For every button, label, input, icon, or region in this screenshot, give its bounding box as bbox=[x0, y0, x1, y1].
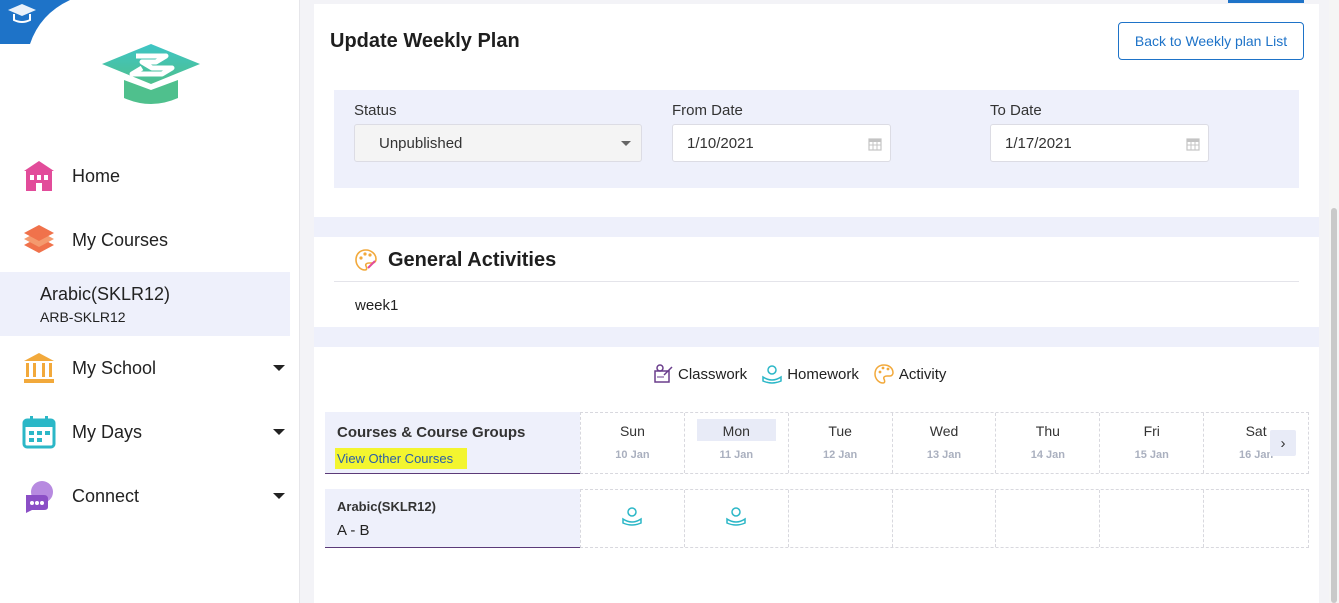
day-name: Thu bbox=[1035, 423, 1060, 439]
to-date-label: To Date bbox=[990, 102, 1042, 119]
day-name: Sun bbox=[619, 423, 645, 439]
plan-cell-tue[interactable] bbox=[789, 490, 893, 547]
active-course-item[interactable]: Arabic(SKLR12) ARB-SKLR12 bbox=[0, 272, 290, 336]
homework-icon[interactable] bbox=[725, 505, 747, 527]
vertical-scrollbar[interactable] bbox=[1329, 0, 1339, 603]
status-value: Unpublished bbox=[379, 134, 463, 152]
general-activities-panel: General Activities week1 bbox=[334, 237, 1299, 327]
page-title: Update Weekly Plan bbox=[330, 30, 520, 52]
courses-header-cell: Courses & Course Groups View Other Cours… bbox=[325, 412, 580, 474]
day-name: Mon bbox=[696, 419, 776, 441]
school-building-icon bbox=[22, 159, 56, 193]
nav-connect[interactable]: Connect bbox=[0, 470, 300, 522]
nav-my-courses[interactable]: My Courses bbox=[0, 214, 300, 266]
status-label: Status bbox=[354, 102, 397, 119]
nav-home[interactable]: Home bbox=[0, 150, 300, 202]
status-select[interactable]: Unpublished bbox=[354, 124, 642, 162]
chevron-down-icon[interactable] bbox=[273, 493, 285, 499]
calendar-icon[interactable] bbox=[1186, 137, 1200, 151]
classwork-icon bbox=[654, 364, 673, 383]
plan-cell-mon[interactable] bbox=[685, 490, 789, 547]
section-divider bbox=[314, 217, 1319, 237]
scrollbar-thumb[interactable] bbox=[1331, 208, 1337, 603]
courses-header-title: Courses & Course Groups bbox=[337, 424, 526, 441]
logo bbox=[102, 44, 200, 104]
day-header-tue[interactable]: Tue 12 Jan bbox=[789, 413, 893, 473]
from-date-value: 1/10/2021 bbox=[687, 134, 754, 152]
palette-icon bbox=[355, 249, 377, 271]
from-date-label: From Date bbox=[672, 102, 743, 119]
next-week-button[interactable]: › bbox=[1270, 430, 1296, 456]
divider bbox=[334, 281, 1299, 282]
nav-my-courses-label: My Courses bbox=[72, 229, 169, 250]
day-date: 13 Jan bbox=[926, 449, 962, 461]
course-row-title: Arabic(SKLR12) bbox=[337, 499, 436, 514]
legend-classwork-label: Classwork bbox=[678, 365, 748, 383]
chevron-right-icon: › bbox=[1280, 434, 1286, 452]
day-name: Tue bbox=[828, 423, 852, 439]
course-row-subtitle: A - B bbox=[337, 522, 370, 539]
legend-homework-label: Homework bbox=[787, 365, 859, 383]
nav-connect-label: Connect bbox=[72, 485, 140, 506]
nav-my-days[interactable]: My Days bbox=[0, 406, 300, 458]
homework-icon[interactable] bbox=[621, 505, 643, 527]
nav-my-school-label: My School bbox=[72, 357, 157, 378]
day-header-mon[interactable]: Mon 11 Jan bbox=[685, 413, 789, 473]
chat-bubbles-icon bbox=[22, 479, 56, 513]
chevron-down-icon[interactable] bbox=[273, 429, 285, 435]
plan-cell-sat[interactable] bbox=[1204, 490, 1308, 547]
top-accent-bar bbox=[1228, 0, 1304, 3]
day-date: 10 Jan bbox=[615, 449, 650, 461]
day-date: 11 Jan bbox=[719, 449, 754, 461]
general-activities-title: General Activities bbox=[388, 249, 557, 271]
legend-homework: Homework bbox=[761, 363, 859, 385]
day-date: 14 Jan bbox=[1030, 449, 1065, 461]
section-divider bbox=[314, 327, 1319, 347]
nav-my-days-label: My Days bbox=[72, 421, 143, 442]
sidebar: Home My Courses Arabic(SKLR12) ARB-SKLR1… bbox=[0, 0, 300, 603]
activity-legend: Classwork Homework Activity bbox=[652, 362, 960, 386]
weekly-plan-card: Update Weekly Plan Back to Weekly plan L… bbox=[314, 4, 1319, 603]
day-header-row: Sun 10 Jan Mon 11 Jan Tue 12 Jan Wed 13 … bbox=[580, 412, 1309, 474]
legend-classwork: Classwork bbox=[652, 363, 747, 385]
day-date: 15 Jan bbox=[1134, 449, 1169, 461]
course-row-label: Arabic(SKLR12) A - B bbox=[325, 489, 580, 548]
day-header-thu[interactable]: Thu 14 Jan bbox=[996, 413, 1101, 473]
view-other-courses-link[interactable]: View Other Courses bbox=[335, 448, 468, 469]
calendar-icon[interactable] bbox=[868, 137, 882, 151]
plan-cell-fri[interactable] bbox=[1100, 490, 1205, 547]
chevron-down-icon[interactable] bbox=[273, 365, 285, 371]
day-name: Fri bbox=[1143, 423, 1160, 439]
from-date-input[interactable]: 1/10/2021 bbox=[672, 124, 891, 162]
chevron-down-icon bbox=[621, 141, 631, 146]
plan-cell-sun[interactable] bbox=[581, 490, 685, 547]
nav-home-label: Home bbox=[72, 165, 121, 186]
back-to-list-button[interactable]: Back to Weekly plan List bbox=[1118, 22, 1304, 60]
day-header-fri[interactable]: Fri 15 Jan bbox=[1100, 413, 1205, 473]
day-header-sun[interactable]: Sun 10 Jan bbox=[581, 413, 685, 473]
calendar-icon bbox=[22, 415, 56, 449]
homework-icon bbox=[762, 365, 782, 384]
brand-corner-icon bbox=[0, 0, 70, 44]
book-stack-icon bbox=[22, 223, 56, 257]
plan-cell-wed[interactable] bbox=[893, 490, 997, 547]
course-day-row bbox=[580, 489, 1309, 548]
palette-icon bbox=[874, 364, 894, 384]
legend-activity: Activity bbox=[873, 363, 947, 385]
day-name: Wed bbox=[929, 423, 959, 439]
plan-cell-thu[interactable] bbox=[996, 490, 1101, 547]
active-course-title: Arabic(SKLR12) bbox=[40, 284, 171, 304]
active-course-code: ARB-SKLR12 bbox=[40, 309, 126, 325]
institution-icon bbox=[22, 351, 56, 385]
legend-activity-label: Activity bbox=[898, 365, 947, 383]
day-header-wed[interactable]: Wed 13 Jan bbox=[893, 413, 997, 473]
nav-my-school[interactable]: My School bbox=[0, 342, 300, 394]
filter-panel: Status Unpublished From Date 1/10/2021 T… bbox=[334, 90, 1299, 188]
general-activities-text: week1 bbox=[355, 297, 399, 314]
day-date: 12 Jan bbox=[823, 449, 858, 461]
to-date-input[interactable]: 1/17/2021 bbox=[990, 124, 1209, 162]
to-date-value: 1/17/2021 bbox=[1005, 134, 1072, 152]
